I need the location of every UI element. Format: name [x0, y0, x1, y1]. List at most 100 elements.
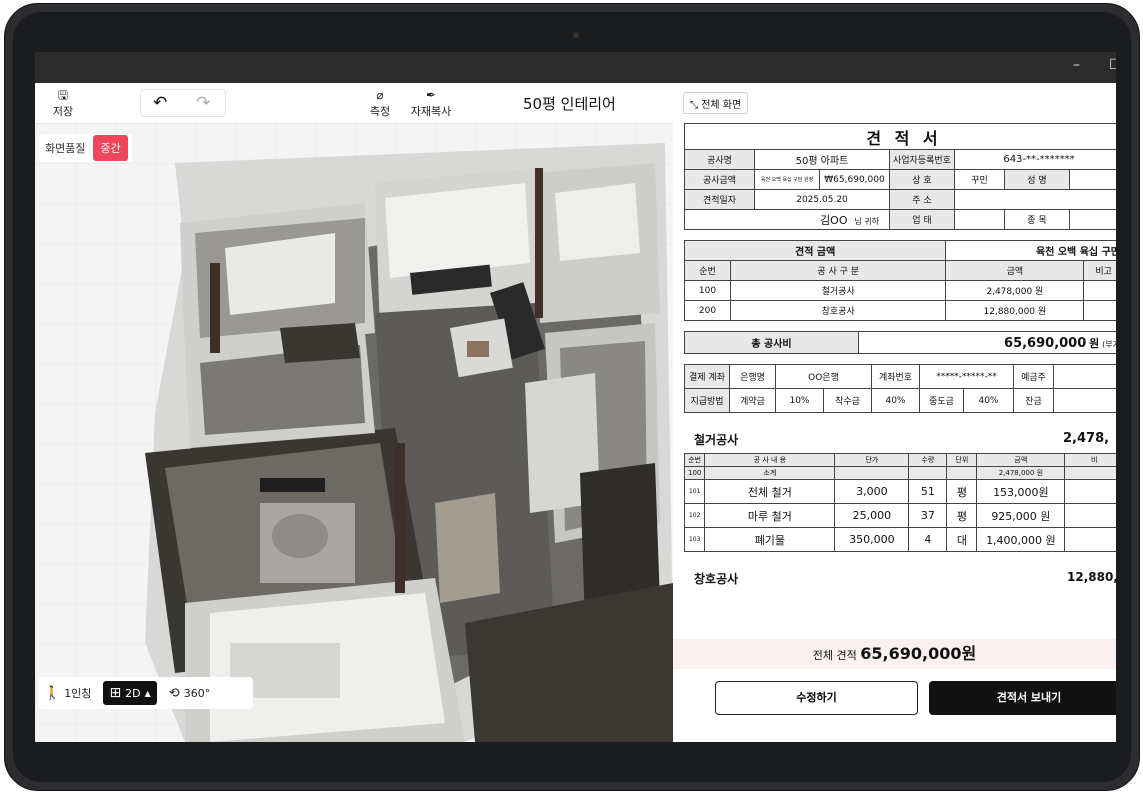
total-note: (부가	[1102, 339, 1116, 349]
holder-label: 예금주	[1013, 364, 1054, 389]
item-value	[1068, 209, 1116, 230]
section2-total: 12,880,	[1067, 570, 1116, 584]
detail-col-desc: 공 사 내 용	[704, 453, 836, 467]
grid-square-icon: ⊞	[109, 685, 122, 701]
detail-col-qty: 수량	[908, 453, 948, 467]
measure-button[interactable]: ⌀ 측정	[365, 87, 395, 119]
view-360-button[interactable]: ⟲ 360°	[163, 681, 216, 705]
quality-selector[interactable]: 화면품질 중간	[39, 134, 132, 162]
table-row: 200 창호공사 12,880,000 원	[684, 300, 1116, 321]
ruler-icon: ⌀	[376, 88, 384, 102]
account-no-label: 계좌번호	[871, 364, 920, 389]
quality-label: 화면품질	[45, 142, 86, 155]
maximize-icon[interactable]: ☐	[1109, 57, 1116, 73]
summary-label: 견적 금액	[683, 240, 947, 261]
total-table: 총 공사비 65,690,000 원 (부가	[684, 331, 1116, 354]
biz-reg-value: 643-**-*******	[953, 149, 1116, 170]
eyedropper-icon: ✒	[425, 88, 437, 102]
total-label: 총 공사비	[684, 331, 859, 354]
copy-material-button[interactable]: ✒ 자재복사	[409, 87, 453, 119]
payment-table: 결제 계좌 은행명 OO은행 계좌번호 *****-*****-** 예금주 지…	[684, 364, 1116, 413]
table-cell: 평	[946, 479, 978, 504]
send-estimate-button[interactable]: 견적서 보내기	[929, 681, 1116, 715]
table-cell: 350,000	[834, 527, 910, 552]
project-name-label: 공사명	[684, 149, 755, 170]
start-label: 착수금	[823, 388, 872, 413]
table-row: 101 전체 철거 3,000 51 평 153,000원	[683, 479, 1116, 504]
first-person-button[interactable]: 🚶 1인칭	[38, 681, 97, 705]
table-cell	[1064, 527, 1116, 552]
table-cell: 100	[684, 280, 731, 301]
table-cell	[1064, 479, 1116, 504]
walking-person-icon: 🚶	[44, 685, 61, 701]
table-cell: 25,000	[834, 503, 910, 528]
total-value: 65,690,000	[1004, 335, 1087, 351]
floorplan-3d-render[interactable]	[35, 83, 673, 742]
table-cell	[1083, 300, 1116, 321]
customer-suffix: 님 귀하	[854, 216, 879, 226]
table-cell: 103	[683, 527, 706, 552]
redo-icon[interactable]: ↷	[196, 93, 210, 113]
table-cell	[946, 466, 978, 480]
save-button[interactable]: 🖫 저장	[51, 87, 75, 119]
title-bar: – ☐	[35, 52, 1116, 83]
mode-2d-button[interactable]: ⊞ 2D ▲	[103, 681, 157, 705]
edit-button[interactable]: 수정하기	[715, 681, 918, 715]
customer-name: 김OO	[820, 213, 848, 227]
summary-text: 육천 오백 육십 구만	[945, 240, 1116, 261]
table-cell: 소계	[704, 466, 836, 480]
contract-label: 계약금	[729, 388, 776, 413]
quality-badge[interactable]: 중간	[93, 135, 128, 161]
payment-method-label: 지급방법	[684, 388, 730, 413]
table-cell: 925,000 원	[976, 503, 1066, 528]
summary-col-no: 순번	[684, 260, 731, 281]
save-label: 저장	[52, 105, 74, 118]
mid-value: 40%	[963, 388, 1014, 413]
payment-account-label: 결제 계좌	[684, 364, 730, 389]
detail-col-no: 순번	[683, 453, 706, 467]
rep-name-label: 성 명	[1003, 169, 1070, 190]
table-cell: 1,400,000 원	[976, 527, 1066, 552]
section1-total: 2,478,	[1063, 431, 1110, 446]
grand-total-prefix: 전체 견적	[812, 649, 857, 662]
table-cell	[834, 466, 910, 480]
table-cell: 평	[946, 503, 978, 528]
undo-icon[interactable]: ↶	[153, 93, 167, 113]
grand-total-amount: 65,690,000원	[860, 644, 977, 663]
section2-title: 창호공사	[694, 572, 739, 586]
project-name-value: 50평 아파트	[754, 149, 890, 170]
detail-col-unit: 단위	[946, 453, 978, 467]
table-cell: 2,478,000 원	[945, 280, 1085, 301]
address-label: 주 소	[889, 189, 955, 210]
caret-up-icon: ▲	[144, 688, 151, 698]
minimize-icon[interactable]: –	[1073, 57, 1080, 73]
table-cell: 3,000	[834, 479, 910, 504]
editor-toolbar: 🖫 저장 ↶ ↷ ⌀ 측정 ✒ 자재복사 50평 인테리어	[35, 83, 673, 124]
table-cell: 100	[683, 466, 706, 480]
fullscreen-label: 전체 화면	[701, 100, 742, 111]
table-row: 102 마루 철거 25,000 37 평 925,000 원	[683, 503, 1116, 528]
amount-label: 공사금액	[684, 169, 755, 190]
table-cell	[1064, 466, 1116, 480]
table-cell: 마루 철거	[704, 503, 836, 528]
floorplan-viewport[interactable]: 🖫 저장 ↶ ↷ ⌀ 측정 ✒ 자재복사 50평 인테리어 화면품질 중간 �	[35, 83, 673, 742]
fullscreen-button[interactable]: ⤡ 전체 화면	[683, 92, 749, 114]
table-row: 103 폐기물 350,000 4 대 1,400,000 원	[683, 527, 1116, 552]
business-type-value	[953, 209, 1005, 230]
balance-label: 잔금	[1013, 388, 1054, 413]
expand-arrow-icon: ⤡	[690, 100, 698, 111]
table-row: 100 소계 2,478,000 원	[683, 466, 1116, 480]
date-label: 견적일자	[684, 189, 755, 210]
item-label: 종 목	[1003, 209, 1070, 230]
estimate-footer: 전체 견적 65,690,000원 수정하기 견적서 보내기	[673, 639, 1116, 742]
undo-redo-group: ↶ ↷	[140, 89, 226, 117]
view-mode-bar: 🚶 1인칭 ⊞ 2D ▲ ⟲ 360°	[38, 677, 253, 709]
table-cell: 4	[908, 527, 948, 552]
estimate-header-table: 견 적 서 공사명 50평 아파트 사업자등록번호 643-**-*******…	[684, 123, 1116, 230]
table-cell: 102	[683, 503, 706, 528]
table-cell	[1064, 503, 1116, 528]
table-cell	[908, 466, 948, 480]
measure-label: 측정	[369, 105, 391, 118]
holder-value	[1053, 364, 1116, 389]
summary-col-category: 공 사 구 분	[729, 260, 947, 281]
